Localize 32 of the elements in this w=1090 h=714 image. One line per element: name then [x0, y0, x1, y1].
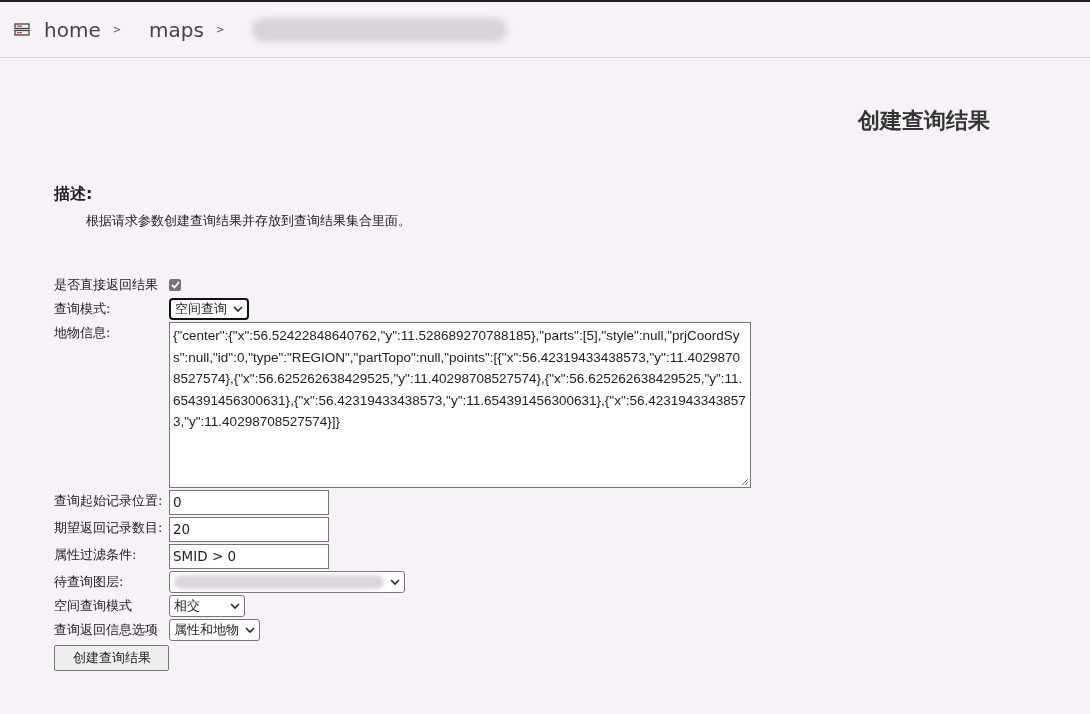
input-field[interactable]: 20 — [169, 517, 329, 542]
checkbox[interactable] — [169, 279, 181, 291]
menu-icon[interactable] — [14, 23, 30, 36]
field-label: 属性过滤条件: — [54, 546, 138, 564]
chevron-icon — [230, 603, 240, 609]
select-field[interactable]: 空间查询 — [169, 298, 249, 320]
resize-grip-icon[interactable] — [741, 478, 749, 486]
breadcrumb-link[interactable]: home — [44, 17, 101, 42]
breadcrumb-separator: > — [112, 24, 122, 35]
select-field[interactable] — [169, 571, 405, 593]
field-label: 是否直接返回结果 — [54, 276, 159, 294]
submit-button[interactable]: 创建查询结果 — [54, 645, 169, 671]
chevron-icon — [390, 579, 400, 585]
section-heading: 描述: — [54, 184, 94, 205]
description-text: 根据请求参数创建查询结果并存放到查询结果集合里面。 — [86, 213, 412, 230]
page-title: 创建查询结果 — [856, 107, 991, 135]
input-field[interactable]: 0 — [169, 490, 329, 515]
select-field[interactable]: 属性和地物 — [169, 619, 260, 641]
field-label: 地物信息: — [54, 324, 112, 342]
breadcrumb-separator: > — [215, 24, 225, 35]
chevron-icon — [233, 306, 243, 312]
select-field[interactable]: 相交 — [169, 595, 245, 617]
field-label: 查询返回信息选项 — [54, 621, 159, 639]
field-label: 查询起始记录位置: — [54, 492, 164, 510]
field-label: 待查询图层: — [54, 573, 125, 591]
breadcrumb-link[interactable]: maps — [149, 17, 204, 42]
field-label: 空间查询模式 — [54, 597, 133, 615]
chevron-icon — [245, 627, 255, 633]
text-area[interactable]: {"center":{"x":56.52422848640762,"y":11.528689270788185},"parts":[5],"style":null,"prjCoordSys":null,"id":0,"type":"REGION","partTopo":null,"points":[{"x":56.42319433438573,"y":11.40298708527574},{"x":56.625262638429525,"y":11.40298708527574},{"x":56.625262638429525,"y":11.654391456300631},{"x":56.42319433438573,"y":11.654391456300631},{"x":56.42319433438573,"y":11.40298708527574}]} — [169, 322, 751, 488]
field-label: 查询模式: — [54, 300, 112, 318]
input-field[interactable]: SMID > 0 — [169, 544, 329, 569]
field-label: 期望返回记录数目: — [54, 519, 164, 537]
